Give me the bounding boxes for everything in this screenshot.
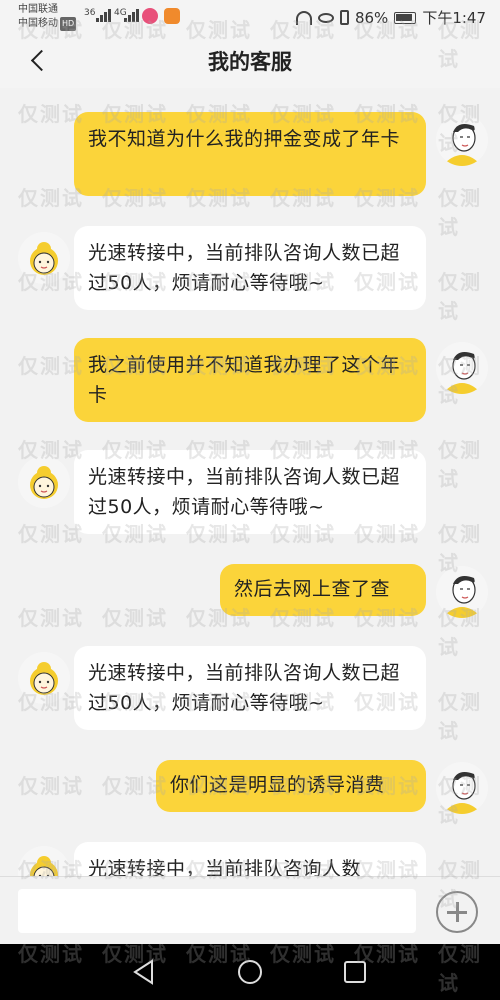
user-avatar-icon[interactable] [436, 114, 488, 166]
watermark-text: 仅测试 [438, 438, 482, 491]
nav-recents-icon[interactable] [344, 961, 366, 983]
watermark-text: 仅测试 [438, 186, 482, 239]
nav-back-icon[interactable] [132, 959, 156, 985]
watermark-text: 仅测试 [438, 270, 482, 323]
agent-avatar-icon[interactable] [18, 456, 70, 508]
message-bubble-agent: 光速转接中，当前排队咨询人数已超过50人，烦请耐心等待哦~ [74, 450, 426, 534]
message-bubble-user: 你们这是明显的诱导消费 [156, 760, 426, 812]
clock: 下午1:47 [422, 9, 486, 27]
watermark-text: 仅测试 [438, 690, 482, 743]
message-bubble-agent: 光速转接中，当前排队咨询人数已超过50人，烦请耐心等待哦~ [74, 226, 426, 310]
carrier-info: 中国联通 中国移动 HD [18, 3, 77, 31]
network-type-1: 36 [84, 8, 96, 18]
message-input-bar [0, 876, 500, 944]
app-notification-icon [142, 8, 158, 24]
message-input[interactable] [18, 889, 416, 933]
battery-icon [394, 11, 417, 24]
carrier-2: 中国移动 [18, 18, 58, 29]
add-attachment-icon[interactable] [436, 891, 478, 933]
app-header: 我的客服 [0, 36, 500, 88]
system-nav-bar [0, 944, 500, 1000]
message-bubble-user: 我不知道为什么我的押金变成了年卡 [74, 112, 426, 196]
watermark-text: 仅测试 [102, 606, 168, 630]
headset-icon [295, 10, 312, 25]
agent-avatar-icon[interactable] [18, 232, 70, 284]
vibrate-icon [339, 10, 349, 25]
status-bar: 中国联通 中国移动 HD 36 4G 86% 下午1:47 [0, 0, 500, 36]
status-right: 86% 下午1:47 [295, 7, 486, 28]
user-avatar-icon[interactable] [436, 342, 488, 394]
watermark-text: 仅测试 [18, 606, 84, 630]
message-bubble-user: 然后去网上查了查 [220, 564, 426, 616]
message-bubble-agent: 光速转接中，当前排队咨询人数已超过50人，烦请耐心等待哦~ [74, 646, 426, 730]
hd-badge: HD [60, 17, 77, 31]
message-bubble-user: 我之前使用并不知道我办理了这个年卡 [74, 338, 426, 422]
page-title: 我的客服 [208, 50, 292, 74]
carrier-1: 中国联通 [18, 4, 58, 15]
nav-home-icon[interactable] [238, 960, 262, 984]
agent-avatar-icon[interactable] [18, 652, 70, 704]
eye-icon [317, 12, 334, 23]
signal-icon [96, 8, 114, 22]
user-avatar-icon[interactable] [436, 762, 488, 814]
watermark-text: 仅测试 [18, 774, 84, 798]
signal-icon-2 [124, 8, 142, 22]
user-avatar-icon[interactable] [436, 566, 488, 618]
video-app-icon [164, 8, 180, 24]
battery-percent: 86% [354, 8, 389, 27]
